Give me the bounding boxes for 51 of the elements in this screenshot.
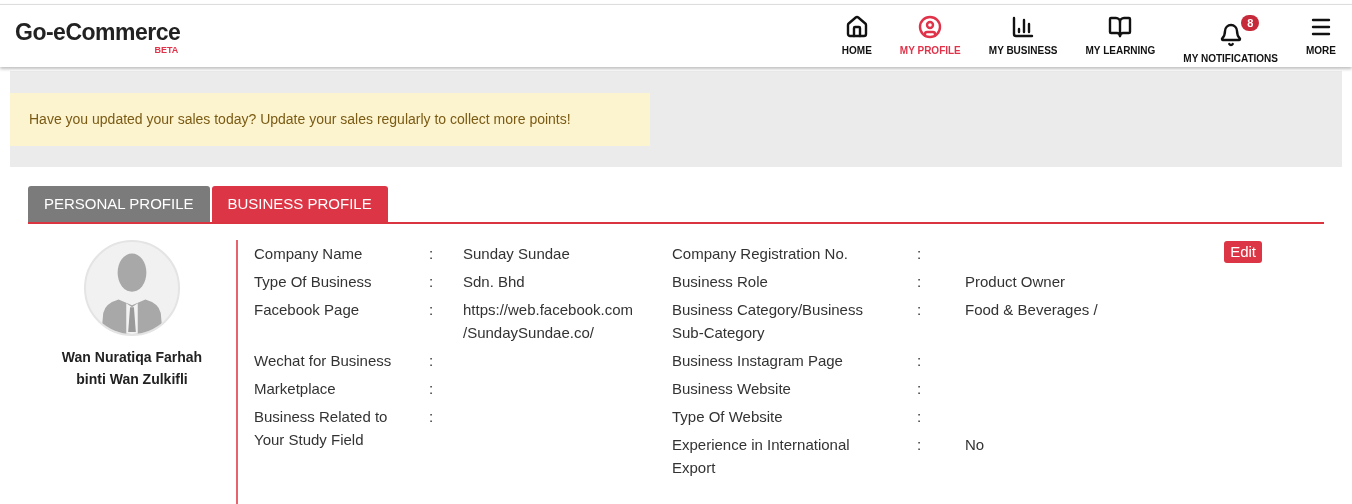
user-icon xyxy=(918,14,943,39)
bar-chart-icon xyxy=(1011,14,1036,39)
field-separator: : xyxy=(917,436,922,453)
profile-tab[interactable]: BUSINESS PROFILE xyxy=(211,186,388,222)
bell-icon xyxy=(1218,22,1243,47)
field-separator: : xyxy=(917,352,922,369)
field-separator: : xyxy=(429,352,434,369)
profile-tab[interactable]: PERSONAL PROFILE xyxy=(28,186,210,222)
field-label: Company Name xyxy=(254,244,364,264)
field-label: Facebook Page xyxy=(254,300,361,320)
notice-banner: Have you updated your sales today? Update your sales regularly to collect more points! xyxy=(10,92,650,146)
field-label: Company Registration No. xyxy=(672,244,849,264)
field-label: Business Instagram Page xyxy=(672,351,844,371)
nav-item[interactable]: MY PROFILE xyxy=(899,14,961,58)
field-separator: : xyxy=(429,245,434,262)
field-separator: : xyxy=(917,245,922,262)
field-separator: : xyxy=(917,408,922,425)
field-value: Food & Beverages / xyxy=(965,300,1099,320)
field-label: Type Of Business xyxy=(254,272,373,292)
book-icon xyxy=(1108,14,1133,39)
field-label: Business Website xyxy=(672,379,792,399)
field-value: Sunday Sundae xyxy=(463,244,571,264)
field-separator: : xyxy=(429,301,434,318)
field-separator: : xyxy=(917,301,922,318)
notification-badge: 8 xyxy=(1241,14,1260,31)
nav-item[interactable]: HOME xyxy=(841,14,872,58)
beta-label: BETA xyxy=(154,45,179,55)
field-separator: : xyxy=(429,408,434,425)
field-value: Sdn. Bhd xyxy=(463,272,526,292)
profile-name: Wan Nuratiqa Farhah binti Wan Zulkifli xyxy=(60,348,204,389)
field-label: Business Role xyxy=(672,272,769,292)
field-value: https://web.facebook.com /SundaySundae.co/ xyxy=(463,300,635,343)
nav-item[interactable]: MY LEARNING xyxy=(1085,14,1156,58)
field-value: No xyxy=(965,435,986,455)
field-separator: : xyxy=(429,273,434,290)
field-label: Experience in International Export xyxy=(672,435,851,478)
nav-item[interactable]: MY BUSINESS xyxy=(988,14,1058,58)
edit-button[interactable]: Edit xyxy=(1224,241,1262,263)
field-label: Marketplace xyxy=(254,379,337,399)
field-separator: : xyxy=(429,380,434,397)
field-value: Product Owner xyxy=(965,272,1067,292)
field-label: Type Of Website xyxy=(672,407,784,427)
nav-item[interactable]: MORE xyxy=(1306,14,1336,58)
field-separator: : xyxy=(917,380,922,397)
nav-item[interactable]: 8 MY NOTIFICATIONS xyxy=(1183,14,1278,66)
field-label: Business Related to Your Study Field xyxy=(254,407,389,450)
field-label: Wechat for Business xyxy=(254,351,393,371)
home-icon xyxy=(844,14,869,39)
field-separator: : xyxy=(917,273,922,290)
logo-title: Go-eCommerce xyxy=(15,19,181,45)
field-label: Business Category/Business Sub-Category xyxy=(672,300,864,343)
